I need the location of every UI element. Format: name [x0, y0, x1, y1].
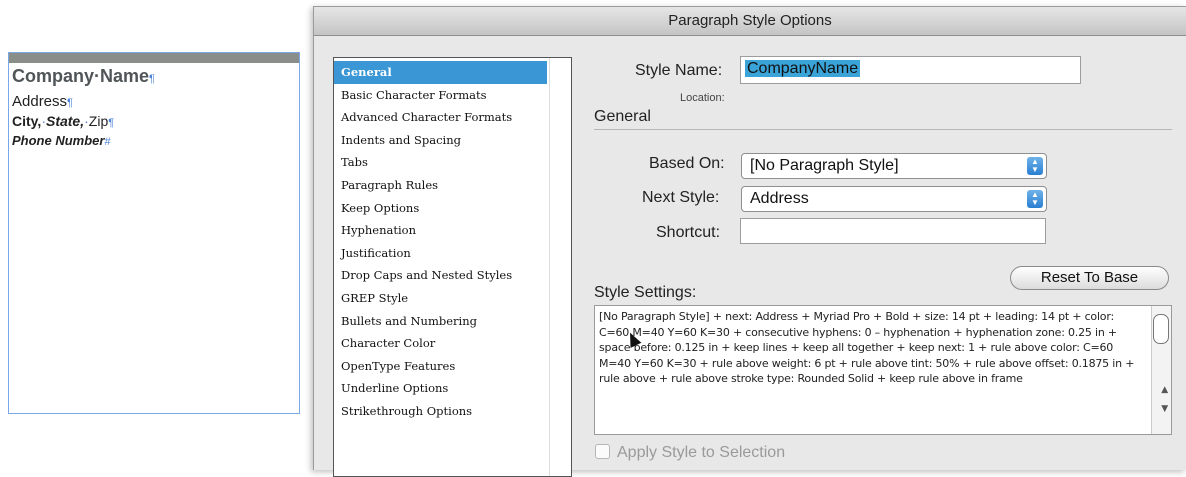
category-item[interactable]: Strikethrough Options	[334, 400, 547, 423]
category-item[interactable]: General	[334, 61, 547, 84]
popup-arrows-icon: ▲ ▼	[1027, 190, 1043, 208]
style-name-label: Style Name:	[635, 62, 723, 79]
shortcut-input[interactable]	[740, 218, 1046, 244]
address-text: Address¶	[12, 93, 73, 110]
section-divider	[594, 129, 1172, 130]
scroll-down-icon[interactable]: ▼	[1161, 402, 1168, 418]
style-name-input[interactable]: CompanyName	[740, 56, 1081, 84]
pilcrow-icon: ¶	[67, 97, 73, 109]
scroll-up-icon[interactable]: ▲	[1161, 383, 1168, 399]
category-item[interactable]: Underline Options	[334, 377, 547, 400]
style-settings-text[interactable]: [No Paragraph Style] + next: Address + M…	[594, 305, 1172, 435]
category-item[interactable]: Drop Caps and Nested Styles	[334, 264, 547, 287]
popup-arrows-icon: ▲ ▼	[1027, 157, 1043, 175]
city-state-zip-text: City,·State,·Zip¶	[12, 113, 115, 129]
next-style-label: Next Style:	[642, 189, 720, 206]
pilcrow-icon: ¶	[149, 73, 155, 85]
pilcrow-icon: ¶	[108, 117, 115, 129]
category-item[interactable]: Advanced Character Formats	[334, 106, 547, 129]
apply-style-checkbox[interactable]	[595, 443, 610, 459]
shortcut-label: Shortcut:	[656, 224, 721, 241]
based-on-label: Based On:	[649, 155, 725, 172]
category-item[interactable]: Hyphenation	[334, 219, 547, 242]
reset-to-base-button[interactable]: Reset To Base	[1010, 266, 1169, 290]
category-item[interactable]: Basic Character Formats	[334, 84, 547, 107]
phone-number-text: Phone Number#	[12, 133, 111, 148]
category-item[interactable]: Bullets and Numbering	[334, 310, 547, 333]
scrollbar-thumb[interactable]	[1153, 314, 1169, 344]
category-item[interactable]: Paragraph Rules	[334, 174, 547, 197]
location-label: Location:	[680, 92, 725, 104]
category-item[interactable]: Tabs	[334, 151, 547, 174]
style-settings-label: Style Settings:	[594, 284, 697, 301]
settings-scrollbar[interactable]: ▲ ▼	[1151, 306, 1171, 434]
category-item[interactable]: GREP Style	[334, 287, 547, 310]
category-item[interactable]: OpenType Features	[334, 355, 547, 378]
paragraph-style-options-dialog: Paragraph Style Options General Basic Cha…	[313, 6, 1186, 477]
dialog-title: Paragraph Style Options	[314, 7, 1186, 36]
apply-style-label: Apply Style to Selection	[617, 444, 786, 461]
category-item[interactable]: Indents and Spacing	[334, 129, 547, 152]
end-of-story-icon: #	[104, 136, 111, 148]
section-title-general: General	[594, 108, 651, 125]
category-list[interactable]: General Basic Character Formats Advanced C…	[333, 57, 572, 477]
category-item[interactable]: Justification	[334, 242, 547, 265]
apply-style-checkbox-row[interactable]: Apply Style to Selection	[595, 443, 786, 462]
text-frame[interactable]: Company·Name¶ Address¶ City,·State,·Zip¶…	[8, 52, 300, 414]
next-style-select[interactable]: Address ▲ ▼	[741, 186, 1047, 212]
based-on-select[interactable]: [No Paragraph Style] ▲ ▼	[741, 153, 1047, 179]
category-list-scrollbar[interactable]	[549, 58, 571, 476]
category-item[interactable]: Character Color	[334, 332, 547, 355]
company-name-text: Company·Name¶	[12, 66, 155, 86]
category-item[interactable]: Keep Options	[334, 197, 547, 220]
paragraph-rule-bar	[9, 53, 299, 63]
